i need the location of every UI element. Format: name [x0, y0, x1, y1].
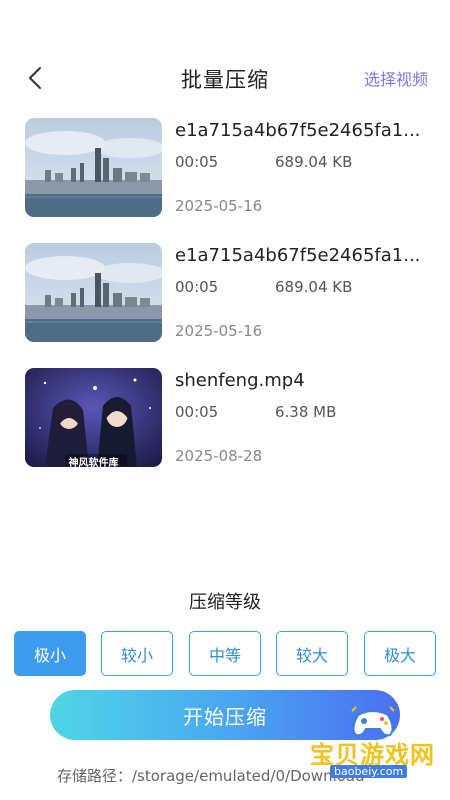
video-name: e1a715a4b67f5e2465fa1... [175, 245, 421, 266]
video-size: 6.38 MB [275, 403, 337, 421]
gamepad-icon [351, 706, 395, 737]
watermark: 宝贝游戏网 baobeiy.com [302, 705, 447, 785]
video-name: shenfeng.mp4 [175, 370, 305, 391]
watermark-url: baobeiy.com [330, 765, 408, 778]
video-thumbnail [25, 118, 162, 217]
video-item[interactable]: e1a715a4b67f5e2465fa1... 00:05 689.04 KB… [0, 116, 450, 241]
video-item[interactable]: e1a715a4b67f5e2465fa1... 00:05 689.04 KB… [0, 241, 450, 366]
level-button-small[interactable]: 较小 [101, 631, 173, 676]
video-size: 689.04 KB [275, 153, 353, 171]
compression-level-title: 压缩等级 [189, 592, 261, 613]
level-button-medium[interactable]: 中等 [189, 631, 261, 676]
video-date: 2025-05-16 [175, 322, 263, 340]
video-duration: 00:05 [175, 278, 219, 296]
video-item[interactable]: 神风软件库 shenfeng.mp4 00:05 6.38 MB 2025-08… [0, 366, 450, 491]
level-button-smallest[interactable]: 极小 [14, 631, 86, 676]
video-thumbnail [25, 243, 162, 342]
compression-level-group: 极小 较小 中等 较大 极大 [14, 631, 436, 677]
video-size: 689.04 KB [275, 278, 353, 296]
thumbnail-caption: 神风软件库 [68, 458, 119, 467]
level-button-large[interactable]: 较大 [276, 631, 348, 676]
video-duration: 00:05 [175, 153, 219, 171]
video-list: e1a715a4b67f5e2465fa1... 00:05 689.04 KB… [0, 116, 450, 491]
level-button-largest[interactable]: 极大 [364, 631, 436, 676]
select-video-button[interactable]: 选择视频 [364, 66, 428, 90]
video-date: 2025-05-16 [175, 197, 263, 215]
video-duration: 00:05 [175, 403, 219, 421]
header: 批量压缩 选择视频 [0, 56, 450, 100]
video-date: 2025-08-28 [175, 447, 263, 465]
video-name: e1a715a4b67f5e2465fa1... [175, 120, 421, 141]
video-thumbnail: 神风软件库 [25, 368, 162, 467]
